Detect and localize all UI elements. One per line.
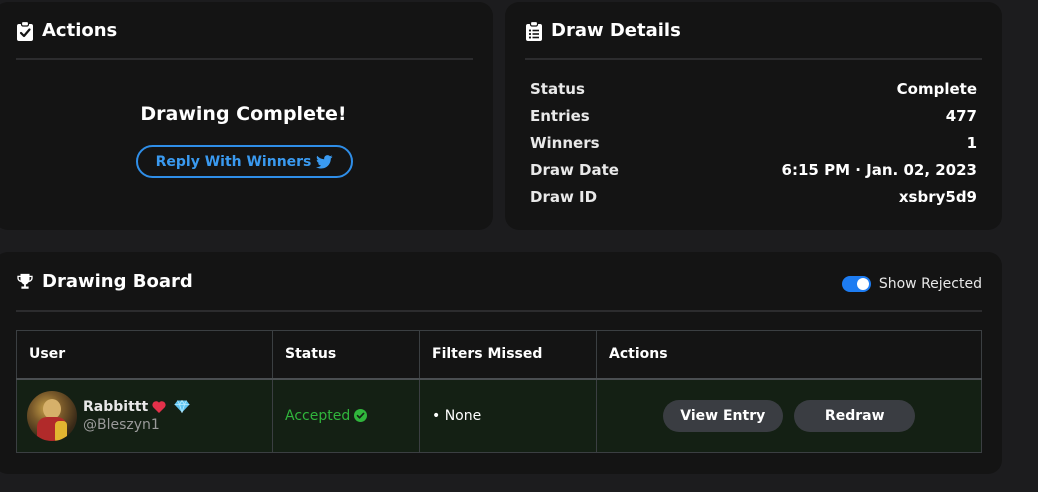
actions-divider — [16, 58, 473, 60]
status-cell: Accepted — [272, 378, 420, 453]
diamond-icon — [174, 400, 190, 414]
column-header-status: Status — [272, 330, 420, 379]
detail-row-status: Status Complete — [530, 80, 977, 98]
status-badge: Accepted — [285, 407, 351, 424]
reply-button-label: Reply With Winners — [155, 153, 312, 170]
table-header-row: User Status Filters Missed Actions — [16, 330, 982, 379]
twitter-icon — [316, 154, 334, 169]
drawing-board-title: Drawing Board — [42, 271, 193, 292]
draw-details-header: Draw Details — [525, 20, 681, 41]
redraw-button[interactable]: Redraw — [794, 399, 916, 432]
avatar[interactable] — [27, 390, 77, 441]
detail-label: Draw ID — [530, 188, 598, 206]
clipboard-check-icon — [16, 20, 34, 41]
entries-table: User Status Filters Missed Actions Rabbi… — [16, 330, 982, 453]
draw-details-card: Draw Details Status Complete Entries 477… — [505, 2, 1002, 230]
reply-with-winners-button[interactable]: Reply With Winners — [136, 145, 353, 178]
heart-icon — [152, 400, 166, 413]
detail-row-draw-id: Draw ID xsbry5d9 — [530, 188, 977, 206]
detail-value: 6:15 PM · Jan. 02, 2023 — [781, 161, 977, 179]
actions-header: Actions — [16, 20, 117, 41]
drawing-complete-message: Drawing Complete! — [140, 103, 347, 125]
user-name-line: Rabbittt — [83, 399, 190, 415]
detail-label: Winners — [530, 134, 600, 152]
detail-row-entries: Entries 477 — [530, 107, 977, 125]
clipboard-list-icon — [525, 20, 543, 41]
filters-missed-cell: • None — [419, 378, 597, 453]
drawing-board-divider — [16, 310, 982, 312]
drawing-board-card: Drawing Board Show Rejected User Status … — [0, 252, 1002, 474]
view-entry-button[interactable]: View Entry — [662, 399, 783, 432]
show-rejected-control: Show Rejected — [841, 276, 982, 292]
trophy-icon — [16, 272, 34, 292]
show-rejected-label: Show Rejected — [878, 276, 982, 292]
detail-label: Status — [530, 80, 585, 98]
detail-row-winners: Winners 1 — [530, 134, 977, 152]
detail-value: xsbry5d9 — [898, 188, 977, 206]
column-header-actions: Actions — [596, 330, 982, 379]
user-handle[interactable]: @Bleszyn1 — [83, 417, 190, 433]
draw-details-title: Draw Details — [551, 20, 681, 41]
user-display-name[interactable]: Rabbittt — [83, 399, 148, 415]
column-header-filters-missed: Filters Missed — [419, 330, 597, 379]
drawing-board-header: Drawing Board — [16, 271, 193, 292]
detail-label: Draw Date — [530, 161, 619, 179]
detail-row-draw-date: Draw Date 6:15 PM · Jan. 02, 2023 — [530, 161, 977, 179]
actions-title: Actions — [42, 20, 118, 41]
actions-cell: View Entry Redraw — [596, 378, 982, 453]
table-row: Rabbittt @Bleszyn1 Accepted • None View … — [16, 378, 982, 453]
draw-details-divider — [525, 58, 982, 60]
check-circle-icon — [354, 409, 368, 423]
detail-value: 477 — [945, 107, 977, 125]
detail-value: Complete — [896, 80, 977, 98]
toggle-knob — [856, 278, 869, 290]
detail-value: 1 — [966, 134, 977, 152]
column-header-user: User — [16, 330, 273, 379]
detail-label: Entries — [530, 107, 590, 125]
user-cell: Rabbittt @Bleszyn1 — [16, 378, 273, 453]
actions-card: Actions Drawing Complete! Reply With Win… — [0, 2, 493, 230]
show-rejected-toggle[interactable] — [841, 276, 871, 292]
